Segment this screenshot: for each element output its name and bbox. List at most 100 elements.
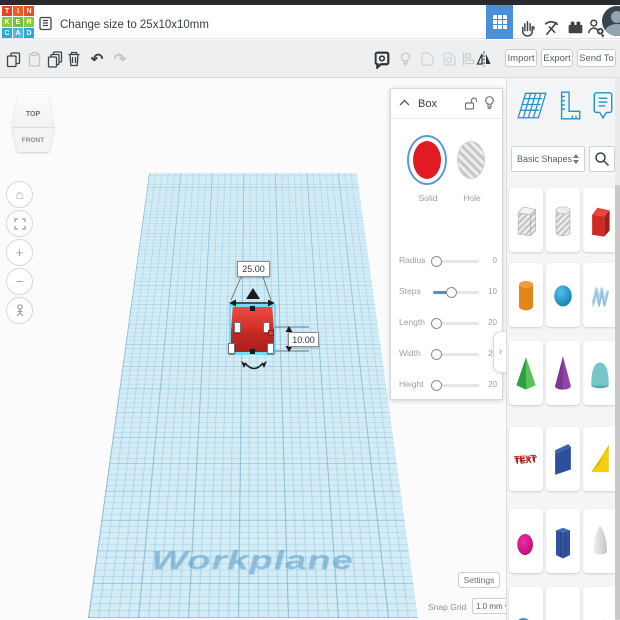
hole-swatch[interactable] [457, 141, 485, 179]
shape-tile-partial-blue[interactable] [509, 587, 543, 620]
logo-tile: K [2, 17, 12, 27]
collapse-chevron-icon[interactable] [399, 99, 410, 106]
shape-tile-rounded-cone[interactable] [583, 509, 617, 573]
radius-slider[interactable] [431, 256, 479, 267]
shape-category-dropdown[interactable]: Basic Shapes [511, 146, 585, 172]
updown-arrows-icon [573, 154, 579, 164]
length-slider[interactable] [431, 318, 479, 329]
workplane-icon[interactable] [515, 90, 549, 125]
logo-tile: I [13, 6, 23, 16]
slider-knob[interactable] [431, 349, 442, 360]
shape-tile-paraboloid[interactable] [509, 509, 543, 573]
snap-grid-label: Snap Grid [428, 602, 467, 612]
scrollbar-thumb[interactable] [615, 185, 620, 620]
height-slider[interactable] [431, 380, 479, 391]
solid-swatch[interactable] [407, 135, 447, 185]
group-icon[interactable] [417, 49, 437, 69]
perspective-toggle-button[interactable] [6, 297, 33, 324]
slider-knob[interactable] [431, 380, 442, 391]
shape-tile-cylinder[interactable] [509, 263, 543, 327]
solid-label: Solid [418, 193, 438, 203]
caret-down-icon[interactable]: ▾ [601, 32, 605, 40]
slider-knob[interactable] [431, 256, 442, 267]
shape-tile-wedge[interactable] [546, 427, 580, 491]
logo-tile: R [24, 17, 34, 27]
width-slider[interactable] [431, 349, 479, 360]
duplicate-icon[interactable] [45, 49, 65, 69]
steps-slider[interactable] [433, 287, 479, 298]
delete-trash-icon[interactable] [64, 49, 84, 69]
undo-icon[interactable]: ↶ [87, 49, 107, 69]
shape-tile-roof[interactable] [583, 427, 617, 491]
shape-tile-scribble[interactable] [583, 263, 617, 327]
redo-icon[interactable]: ↷ [110, 49, 130, 69]
view-cube[interactable]: TOP FRONT [12, 95, 54, 152]
width-dimension-input[interactable]: 25.00 [237, 261, 270, 277]
notes-icon[interactable] [591, 90, 615, 129]
blocks-brick-icon[interactable] [564, 15, 586, 39]
scale-handle[interactable] [234, 322, 241, 333]
scale-handle[interactable] [228, 343, 235, 354]
ungroup-icon[interactable] [439, 49, 459, 69]
active-scale-handle[interactable] [268, 330, 274, 336]
perspective-toggle-icon [16, 304, 23, 317]
shape-tile-sphere[interactable] [546, 263, 580, 327]
notes-marker-icon[interactable] [372, 49, 392, 69]
view-cube-top[interactable]: TOP [12, 95, 54, 127]
ruler-icon[interactable] [555, 90, 581, 127]
toolbar: ↶ ↷ Import Export Send To [0, 40, 620, 78]
slider-row-radius: Radius 0 [399, 255, 497, 267]
header: TIN KER CAD Change size to 25x10x10mm ▾ [0, 5, 620, 40]
fit-view-button[interactable] [6, 210, 33, 237]
shape-tile-polygon[interactable] [546, 509, 580, 573]
shape-tile-text[interactable]: TEXT TEXT [509, 427, 543, 491]
avatar[interactable] [602, 6, 620, 36]
edge-handle[interactable] [250, 349, 255, 354]
settings-button[interactable]: Settings [458, 572, 500, 588]
zoom-out-button[interactable]: − [6, 268, 33, 295]
shape-tile-partial-brown[interactable] [583, 587, 617, 620]
shape-tile-hole-box[interactable] [509, 188, 543, 252]
copy-icon[interactable] [3, 49, 23, 69]
tools-icon[interactable] [540, 15, 562, 39]
shape-tile-box[interactable] [583, 188, 617, 252]
home-view-button[interactable]: ⌂ [6, 181, 33, 208]
paste-icon[interactable] [24, 49, 44, 69]
slider-knob[interactable] [446, 287, 458, 298]
slider-knob[interactable] [431, 318, 442, 329]
shape-tile-cone[interactable] [546, 341, 580, 405]
workplane[interactable]: Workplane [88, 173, 418, 618]
shapes-scrollbar[interactable] [615, 78, 620, 620]
scale-handle[interactable] [267, 343, 274, 354]
shapes-panel: Basic Shapes TEXT TEXT [506, 78, 620, 620]
export-button[interactable]: Export [541, 49, 573, 67]
workplane-label: Workplane [149, 546, 355, 576]
lightbulb-icon[interactable] [395, 49, 415, 69]
apps-grid-icon [492, 15, 507, 29]
chevron-right-icon: › [498, 346, 503, 358]
mirror-icon[interactable] [474, 49, 494, 69]
edge-handle[interactable] [250, 306, 255, 311]
shape-tile-pyramid[interactable] [509, 341, 543, 405]
tinkercad-logo[interactable]: TIN KER CAD [2, 6, 34, 38]
apps-grid-button[interactable] [486, 5, 513, 39]
zoom-in-button[interactable]: + [6, 239, 33, 266]
lightbulb-icon[interactable] [483, 95, 496, 111]
search-button[interactable] [589, 146, 615, 172]
view-cube-front[interactable]: FRONT [12, 127, 54, 152]
gestures-hand-icon[interactable] [516, 15, 538, 39]
slider-row-length: Length 20 [399, 317, 497, 329]
shape-tile-half-sphere[interactable] [583, 341, 617, 405]
shapes-panel-collapse-tab[interactable]: › [493, 331, 507, 373]
height-dimension-input[interactable]: 10.00 [288, 332, 319, 347]
slider-row-steps: Steps 10 [399, 286, 497, 298]
shape-tile-partial-orange[interactable] [546, 587, 580, 620]
solid-color [413, 141, 441, 179]
send-to-button[interactable]: Send To [577, 49, 616, 67]
import-button[interactable]: Import [505, 49, 537, 67]
shape-tile-hole-cylinder[interactable] [546, 188, 580, 252]
design-menu-icon[interactable] [38, 16, 53, 36]
logo-tile: A [13, 28, 23, 38]
slider-row-width: Width 20 [391, 344, 504, 362]
unlock-icon[interactable] [463, 96, 477, 111]
